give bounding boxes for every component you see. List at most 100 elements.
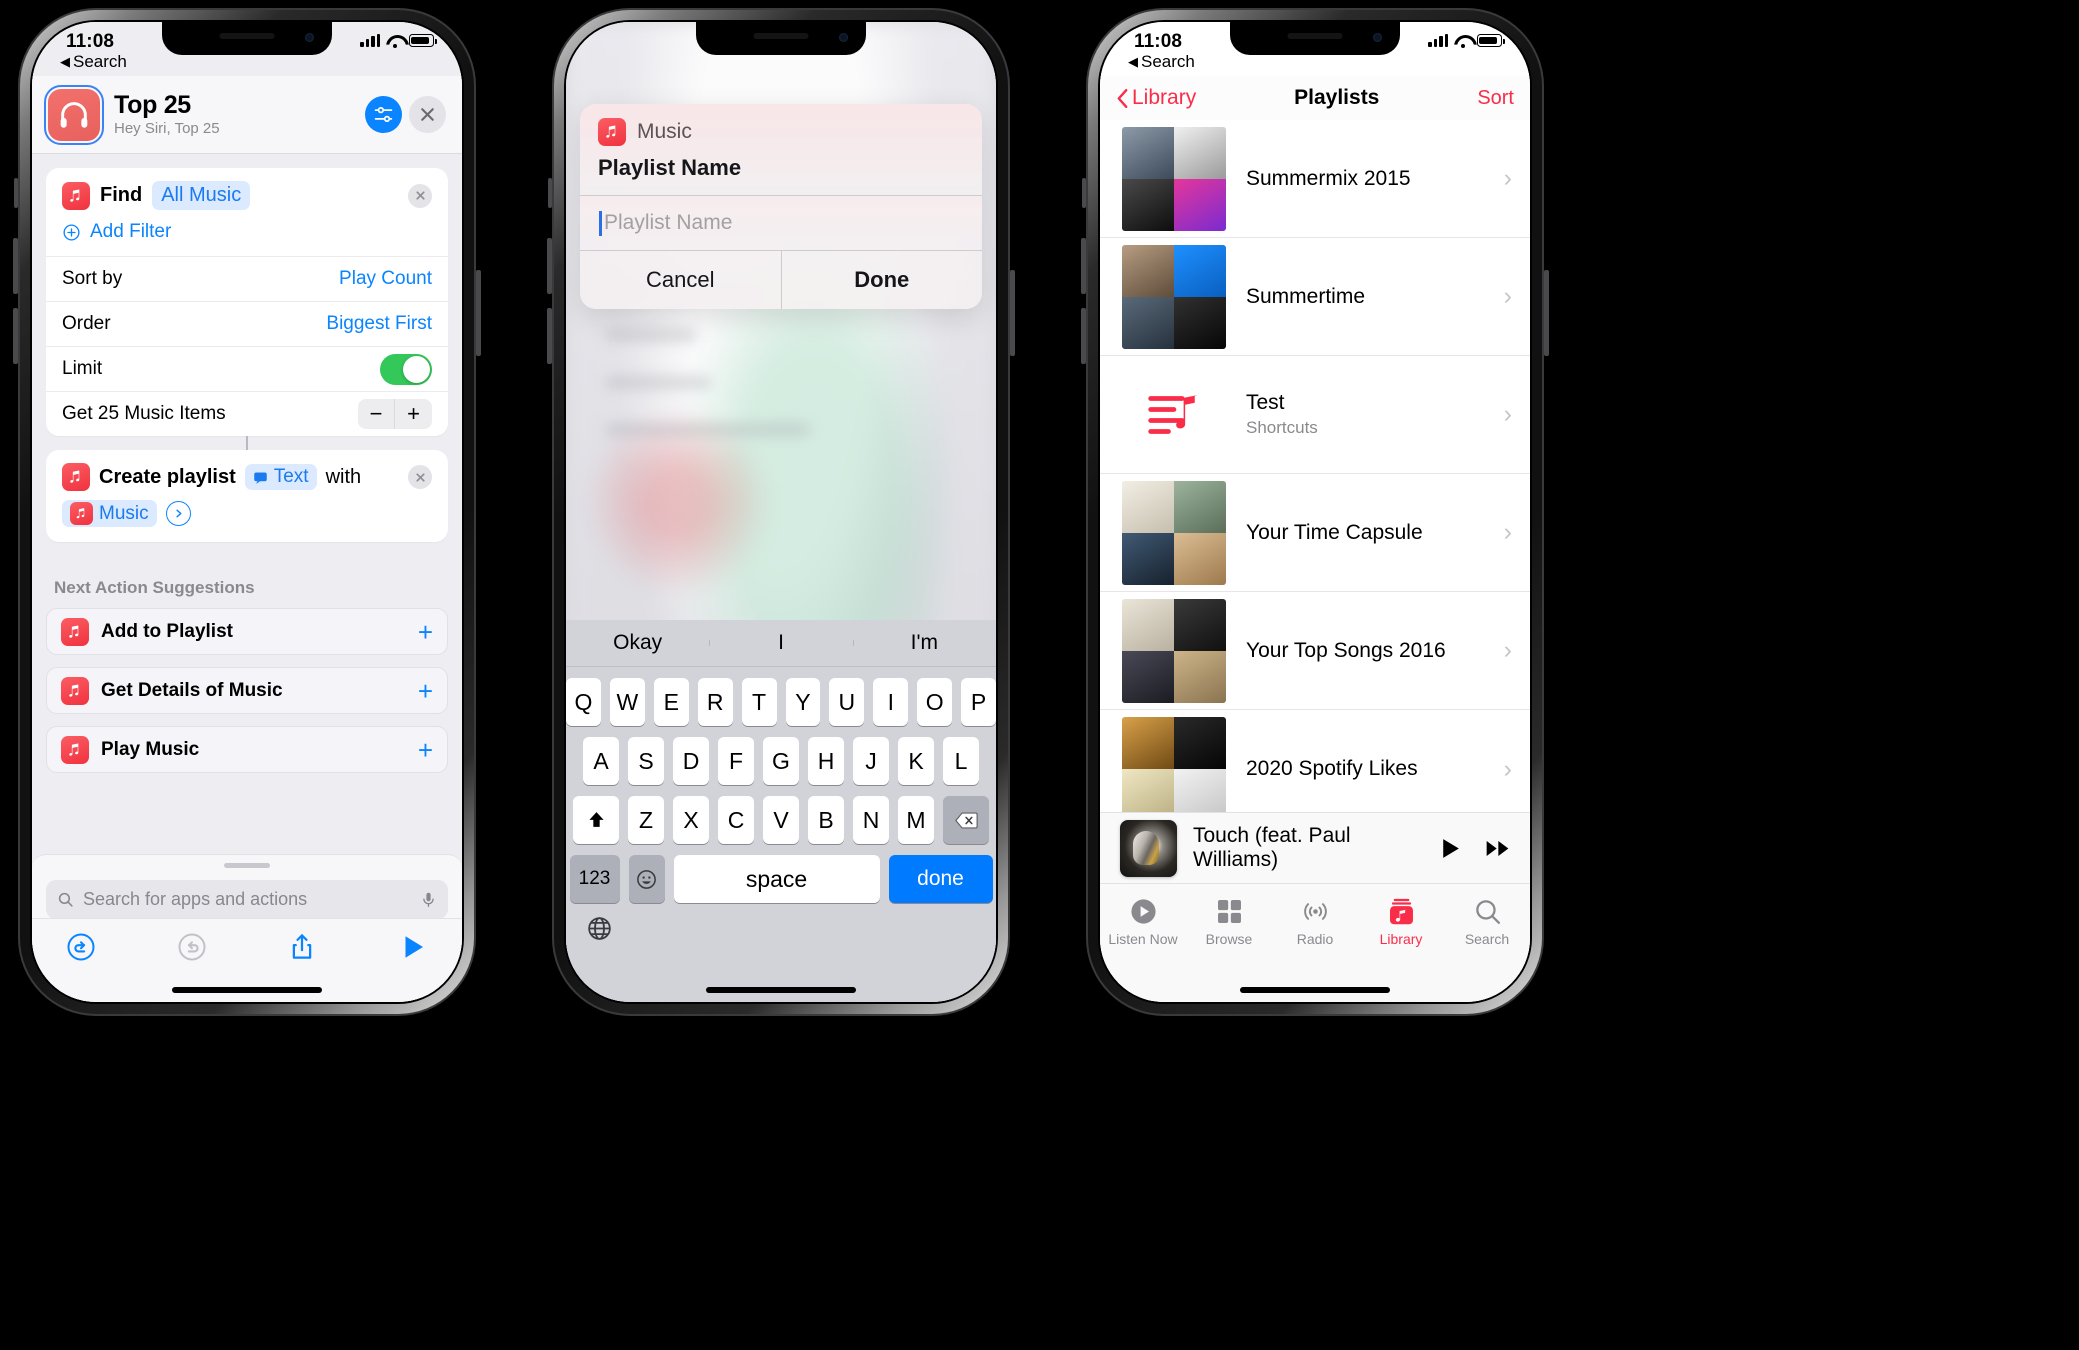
prediction-2[interactable]: I	[709, 631, 852, 655]
key-p[interactable]: P	[961, 678, 996, 726]
tab-listen-now[interactable]: Listen Now	[1100, 897, 1186, 1002]
key-v[interactable]: V	[763, 796, 799, 844]
microphone-icon[interactable]	[420, 891, 437, 908]
back-to-library-button[interactable]: Library	[1116, 86, 1196, 110]
plus-icon[interactable]: +	[418, 619, 433, 645]
list-item[interactable]: Your Time Capsule ›	[1100, 474, 1530, 592]
key-f[interactable]: F	[718, 737, 754, 785]
list-item[interactable]: Your Top Songs 2016 ›	[1100, 592, 1530, 710]
tab-search[interactable]: Search	[1444, 897, 1530, 1002]
suggestion-play-music[interactable]: Play Music +	[46, 726, 448, 773]
key-m[interactable]: M	[898, 796, 934, 844]
close-icon[interactable]	[409, 96, 446, 133]
text-variable-chip[interactable]: Text	[244, 464, 317, 490]
key-q[interactable]: Q	[566, 678, 601, 726]
mute-switch[interactable]	[548, 178, 552, 208]
globe-icon[interactable]	[586, 915, 613, 942]
done-button[interactable]: Done	[782, 251, 983, 309]
add-filter-button[interactable]: Add Filter	[46, 210, 448, 256]
sort-by-row[interactable]: Sort by Play Count	[46, 256, 448, 301]
key-h[interactable]: H	[808, 737, 844, 785]
key-y[interactable]: Y	[785, 678, 821, 726]
minus-icon[interactable]: −	[358, 399, 395, 429]
playlists-list[interactable]: Summermix 2015 › Summertime › Test Short…	[1100, 120, 1530, 827]
find-music-action-card[interactable]: Find All Music Add Filter Sort by Play C…	[46, 168, 448, 436]
key-w[interactable]: W	[609, 678, 645, 726]
redo-icon[interactable]	[177, 932, 207, 962]
create-playlist-action-card[interactable]: Create playlist Text with Music	[46, 450, 448, 542]
suggestion-add-to-playlist[interactable]: Add to Playlist +	[46, 608, 448, 655]
fast-forward-icon[interactable]	[1485, 836, 1510, 861]
prediction-3[interactable]: I'm	[852, 631, 996, 655]
key-e[interactable]: E	[653, 678, 689, 726]
order-row[interactable]: Order Biggest First	[46, 301, 448, 346]
list-item[interactable]: Test Shortcuts ›	[1100, 356, 1530, 474]
key-j[interactable]: J	[853, 737, 889, 785]
back-to-search-link[interactable]: ◀ Search	[1128, 52, 1195, 72]
list-item[interactable]: Summertime ›	[1100, 238, 1530, 356]
chevron-right-icon[interactable]	[165, 501, 191, 526]
volume-up-button[interactable]	[13, 238, 18, 294]
volume-down-button[interactable]	[1081, 308, 1086, 364]
find-target-chip[interactable]: All Music	[152, 181, 251, 210]
list-item[interactable]: Summermix 2015 ›	[1100, 120, 1530, 238]
emoji-icon[interactable]	[628, 855, 665, 903]
headphones-icon[interactable]	[44, 84, 104, 145]
get-items-row[interactable]: Get 25 Music Items − +	[46, 391, 448, 436]
share-icon[interactable]	[287, 932, 317, 962]
undo-icon[interactable]	[66, 932, 96, 962]
key-s[interactable]: S	[628, 737, 664, 785]
key-d[interactable]: D	[673, 737, 709, 785]
key-g[interactable]: G	[763, 737, 799, 785]
actions-scroll-area[interactable]: Find All Music Add Filter Sort by Play C…	[32, 154, 462, 854]
key-l[interactable]: L	[943, 737, 979, 785]
keyboard-done-button[interactable]: done	[888, 855, 993, 903]
volume-down-button[interactable]	[13, 308, 18, 364]
plus-icon[interactable]: +	[395, 399, 432, 429]
limit-row[interactable]: Limit	[46, 346, 448, 391]
numbers-key[interactable]: 123	[569, 855, 620, 903]
limit-toggle[interactable]	[380, 353, 432, 385]
volume-up-button[interactable]	[1081, 238, 1086, 294]
plus-icon[interactable]: +	[418, 678, 433, 704]
key-a[interactable]: A	[583, 737, 619, 785]
mute-switch[interactable]	[1082, 178, 1086, 208]
play-icon[interactable]	[398, 932, 428, 962]
key-o[interactable]: O	[917, 678, 953, 726]
now-playing-bar[interactable]: Touch (feat. Paul Williams)	[1100, 812, 1530, 883]
cancel-button[interactable]: Cancel	[580, 251, 782, 309]
key-t[interactable]: T	[741, 678, 777, 726]
prediction-1[interactable]: Okay	[566, 631, 709, 655]
volume-up-button[interactable]	[547, 238, 552, 294]
quantity-stepper[interactable]: − +	[358, 399, 432, 429]
key-x[interactable]: X	[673, 796, 709, 844]
close-circle-icon[interactable]	[408, 465, 432, 489]
power-button[interactable]	[1544, 270, 1549, 356]
key-u[interactable]: U	[829, 678, 865, 726]
key-r[interactable]: R	[697, 678, 733, 726]
power-button[interactable]	[1010, 270, 1015, 356]
key-c[interactable]: C	[718, 796, 754, 844]
key-b[interactable]: B	[808, 796, 844, 844]
key-k[interactable]: K	[898, 737, 934, 785]
order-value[interactable]: Biggest First	[326, 313, 432, 335]
playlist-name-input[interactable]: Playlist Name	[580, 195, 982, 251]
key-i[interactable]: I	[873, 678, 909, 726]
sort-button[interactable]: Sort	[1477, 87, 1514, 110]
sheet-grabber[interactable]	[224, 863, 270, 868]
mute-switch[interactable]	[14, 178, 18, 208]
search-input[interactable]: Search for apps and actions	[46, 880, 448, 919]
play-icon[interactable]	[1438, 836, 1463, 861]
shift-icon[interactable]	[573, 796, 619, 844]
backspace-icon[interactable]	[943, 796, 989, 844]
plus-icon[interactable]: +	[418, 737, 433, 763]
close-circle-icon[interactable]	[408, 183, 432, 208]
sort-by-value[interactable]: Play Count	[339, 268, 432, 290]
music-variable-chip[interactable]: Music	[62, 500, 157, 527]
suggestion-get-details-of-music[interactable]: Get Details of Music +	[46, 667, 448, 714]
list-item[interactable]: 2020 Spotify Likes ›	[1100, 710, 1530, 827]
sliders-icon[interactable]	[365, 96, 402, 133]
key-z[interactable]: Z	[628, 796, 664, 844]
space-key[interactable]: space	[673, 855, 880, 903]
back-to-search-link[interactable]: ◀ Search	[60, 52, 127, 72]
